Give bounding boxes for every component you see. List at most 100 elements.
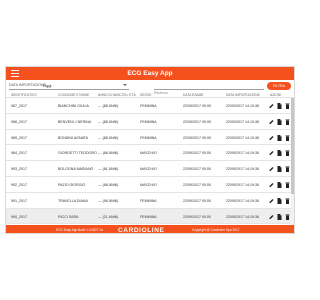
row-exam-date: 22/09/2017 00:00 <box>183 214 211 219</box>
row-import-date: 22/09/2017 14:19:36 <box>226 198 259 203</box>
column-header-name[interactable]: COGNOME E NOME <box>58 93 89 97</box>
edit-icon[interactable] <box>269 103 274 109</box>
row-exam-date: 22/09/2017 00:00 <box>183 167 211 172</box>
row-id: 992_2017 <box>11 182 27 187</box>
column-header-age[interactable]: ANNO DI NASCITA / ETÀ <box>98 93 136 97</box>
table-row[interactable]: 992_2017 PAZIO GIORGIO --- (88 ANNI) MASCHI… <box>6 176 294 193</box>
delete-icon[interactable] <box>285 166 290 173</box>
delete-icon[interactable] <box>285 198 290 204</box>
search-field[interactable] <box>154 81 264 95</box>
row-age: --- (88 ANNI) <box>98 182 119 187</box>
table-row[interactable]: 987_2017 BIANCHINI GIULIA --- (88 ANNI) FEM… <box>6 98 294 114</box>
table-row[interactable]: 984_2017 GIORGETTI TEODORO --- (86 ANNI) MA… <box>6 145 294 162</box>
row-actions <box>269 150 290 157</box>
delete-icon[interactable] <box>285 214 290 220</box>
document-icon[interactable] <box>277 166 282 173</box>
edit-icon[interactable] <box>269 150 274 156</box>
row-id: 991_2017 <box>11 198 27 203</box>
row-name: RICCI SARA <box>58 214 79 219</box>
document-icon[interactable] <box>277 213 282 220</box>
app-footer: ECG Easy App Build 1.0.0827.1a CARDIOLIN… <box>6 225 294 234</box>
app-header: ECG Easy App <box>6 67 294 80</box>
document-icon[interactable] <box>277 150 282 157</box>
document-icon[interactable] <box>277 197 282 204</box>
exam-table: IDENTIFICATIVO COGNOME E NOME ANNO DI NA… <box>6 91 294 225</box>
row-sex: FEMMINA <box>140 214 157 219</box>
filter-bar: DATA IMPORTAZIONE Oggi FILTRA <box>6 80 294 95</box>
edit-icon[interactable] <box>269 135 274 141</box>
row-id: 990_2017 <box>11 214 27 219</box>
row-age: --- (86 ANNI) <box>98 151 119 156</box>
row-actions <box>269 134 290 141</box>
row-age: --- (96 ANNI) <box>98 198 119 203</box>
row-import-date: 22/09/2017 14:19:36 <box>226 214 259 219</box>
row-exam-date: 22/09/2017 00:00 <box>183 198 211 203</box>
column-header-import-date[interactable]: DATA IMPORTAZIONE <box>226 93 260 97</box>
row-import-date: 22/09/2017 14:19:36 <box>226 104 259 108</box>
row-age: --- (88 ANNI) <box>98 135 119 140</box>
row-actions <box>269 213 290 220</box>
table-row[interactable]: 991_2017 TRAVELLA DIANA --- (96 ANNI) FEMMI… <box>6 192 294 209</box>
row-exam-date: 22/09/2017 00:00 <box>183 135 211 140</box>
delete-icon[interactable] <box>285 103 290 109</box>
edit-icon[interactable] <box>269 119 274 125</box>
row-actions <box>269 166 290 173</box>
row-actions <box>269 118 290 125</box>
table-scrollbar[interactable] <box>291 98 294 225</box>
row-exam-date: 22/09/2017 00:00 <box>183 104 211 108</box>
app-window: ECG Easy App DATA IMPORTAZIONE Oggi FILT… <box>5 66 295 234</box>
table-row[interactable]: 985_2017 BONDINI AGNATA --- (88 ANNI) FEMMI… <box>6 129 294 146</box>
table-row[interactable]: 986_2017 BENVENI J NERINA --- (88 ANNI) FEM… <box>6 113 294 130</box>
row-exam-date: 22/09/2017 00:00 <box>183 151 211 156</box>
document-icon[interactable] <box>277 134 282 141</box>
row-import-date: 22/09/2017 14:19:36 <box>226 119 259 124</box>
row-import-date: 22/09/2017 14:19:36 <box>226 182 259 187</box>
row-import-date: 22/09/2017 14:19:36 <box>226 167 259 172</box>
row-name: BOLOGNA MARIANO <box>58 167 94 172</box>
document-icon[interactable] <box>277 103 282 109</box>
column-header-exam-date[interactable]: DATA ESAME <box>183 93 204 97</box>
row-name: BENVENI J NERINA <box>58 119 92 124</box>
table-row[interactable]: 993_2017 BOLOGNA MARIANO --- (81 ANNI) MASC… <box>6 161 294 177</box>
row-sex: FEMMINA <box>140 119 157 124</box>
row-name: BIANCHINI GIULIA <box>58 104 89 108</box>
table-row[interactable]: 990_2017 RICCI SARA --- (21 ANNI) FEMMINA 22… <box>6 208 294 225</box>
document-icon[interactable] <box>277 181 282 188</box>
app-title: ECG Easy App <box>127 70 173 77</box>
filter-button[interactable]: FILTRA <box>267 82 291 90</box>
table-header: IDENTIFICATIVO COGNOME E NOME ANNO DI NA… <box>6 91 294 98</box>
scrollbar-thumb[interactable] <box>291 98 294 194</box>
dropdown-caret-icon <box>123 84 127 86</box>
row-age: --- (21 ANNI) <box>98 214 119 219</box>
edit-icon[interactable] <box>269 198 274 204</box>
edit-icon[interactable] <box>269 166 274 172</box>
row-actions <box>269 197 290 204</box>
delete-icon[interactable] <box>285 135 290 141</box>
delete-icon[interactable] <box>285 182 290 188</box>
row-sex: FEMMINA <box>140 135 157 140</box>
column-header-id[interactable]: IDENTIFICATIVO <box>11 93 37 97</box>
row-sex: FEMMINA <box>140 198 157 203</box>
document-icon[interactable] <box>277 118 282 125</box>
row-name: BONDINI AGNATA <box>58 135 89 140</box>
edit-icon[interactable] <box>269 214 274 220</box>
row-exam-date: 22/09/2017 00:00 <box>183 119 211 124</box>
delete-icon[interactable] <box>285 119 290 125</box>
row-exam-date: 22/09/2017 00:00 <box>183 182 211 187</box>
date-filter-select[interactable]: DATA IMPORTAZIONE Oggi <box>9 81 129 90</box>
build-info: ECG Easy App Build 1.0.0827.1a <box>56 228 103 232</box>
delete-icon[interactable] <box>285 150 290 157</box>
row-age: --- (81 ANNI) <box>98 167 119 172</box>
table-body: 987_2017 BIANCHINI GIULIA --- (88 ANNI) FEM… <box>6 98 294 225</box>
row-age: --- (88 ANNI) <box>98 104 119 108</box>
column-header-sex[interactable]: SESSO <box>140 93 151 97</box>
brand-logo: CARDIOLINE <box>118 226 165 234</box>
row-id: 993_2017 <box>11 167 27 172</box>
row-sex: MASCHIO <box>140 167 157 172</box>
date-filter-value: Oggi <box>43 82 52 88</box>
row-name: GIORGETTI TEODORO <box>58 151 97 156</box>
row-age: --- (88 ANNI) <box>98 119 119 124</box>
row-sex: MASCHIO <box>140 182 157 187</box>
edit-icon[interactable] <box>269 182 274 188</box>
copyright-text: Copyright @ Cardioline Spa 2017 <box>192 228 240 232</box>
